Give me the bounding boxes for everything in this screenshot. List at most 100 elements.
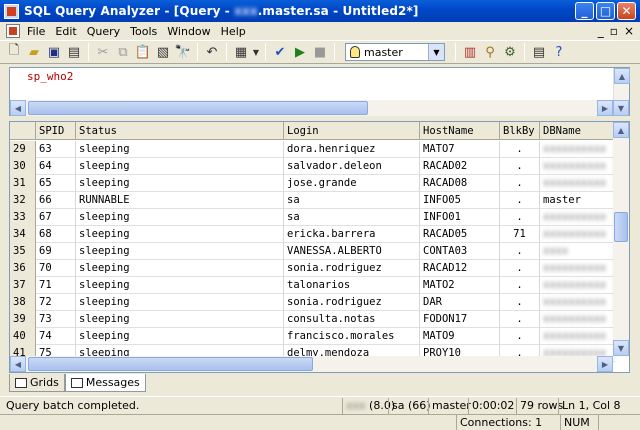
cell-hostname[interactable]: CONTA03 [420,243,500,260]
results-grid[interactable]: SPID Status Login HostName BlkBy DBName … [9,121,630,373]
title-bar[interactable]: SQL Query Analyzer - [Query - xxx.master… [0,0,640,22]
menu-tools[interactable]: Tools [125,25,162,38]
row-number[interactable]: 39 [10,311,36,328]
cell-status[interactable]: sleeping [76,311,284,328]
cell-blkby[interactable]: . [500,260,540,277]
scroll-down-icon[interactable]: ▼ [613,100,629,116]
table-row[interactable]: 40 74 sleeping francisco.morales MATO9. xxxxx… [10,328,615,345]
cell-dbname[interactable]: xxxx [540,243,615,260]
cell-dbname[interactable]: master [540,192,615,209]
document-icon[interactable] [6,24,20,38]
cell-hostname[interactable]: DAR [420,294,500,311]
cell-hostname[interactable]: INFO05 [420,192,500,209]
cell-spid[interactable]: 73 [36,311,76,328]
load-script-icon[interactable]: ▤ [64,42,84,62]
menu-file[interactable]: File [22,25,50,38]
table-row[interactable]: 38 72 sleeping sonia.rodriguez DAR. xxxxxxxxx… [10,294,615,311]
menu-query[interactable]: Query [82,25,125,38]
editor-vertical-scrollbar[interactable]: ▲ [613,68,630,100]
results-grid-icon[interactable]: ▦ [231,42,251,62]
cell-spid[interactable]: 69 [36,243,76,260]
row-number[interactable]: 34 [10,226,36,243]
table-row[interactable]: 29 63 sleeping dora.henriquez MATO7. xxxxxxxx… [10,141,615,158]
save-icon[interactable]: ▣ [44,42,64,62]
cell-hostname[interactable]: MATO7 [420,141,500,158]
grid-scroll-left-icon[interactable]: ◀ [10,356,26,372]
cell-status[interactable]: sleeping [76,141,284,158]
cell-login[interactable]: consulta.notas [284,311,420,328]
cell-dbname[interactable]: xxxxxxxxxx [540,328,615,345]
cell-login[interactable]: jose.grande [284,175,420,192]
cell-login[interactable]: sa [284,192,420,209]
cell-dbname[interactable]: xxxxxxxxxx [540,311,615,328]
row-number[interactable]: 40 [10,328,36,345]
cell-login[interactable]: ericka.barrera [284,226,420,243]
cell-status[interactable]: RUNNABLE [76,192,284,209]
cell-blkby[interactable]: . [500,141,540,158]
row-number[interactable]: 29 [10,141,36,158]
cut-icon[interactable]: ✂ [93,42,113,62]
grid-scroll-up-icon[interactable]: ▲ [613,122,629,138]
cell-hostname[interactable]: MATO9 [420,328,500,345]
cell-status[interactable]: sleeping [76,277,284,294]
cell-dbname[interactable]: xxxxxxxxxx [540,209,615,226]
execution-plan-icon[interactable]: ⚙ [500,42,520,62]
table-row[interactable]: 33 67 sleeping sa INFO01. xxxxxxxxxx [10,209,615,226]
row-number[interactable]: 33 [10,209,36,226]
column-header-spid[interactable]: SPID [36,122,76,140]
cell-blkby[interactable]: . [500,277,540,294]
cell-status[interactable]: sleeping [76,328,284,345]
cell-login[interactable]: dora.henriquez [284,141,420,158]
cell-blkby[interactable]: . [500,158,540,175]
menu-help[interactable]: Help [216,25,251,38]
tab-messages[interactable]: Messages [64,374,146,392]
child-close-icon[interactable]: × [624,24,634,38]
help-icon[interactable]: ? [549,42,569,62]
cell-blkby[interactable]: . [500,311,540,328]
column-header-blkby[interactable]: BlkBy [500,122,540,140]
row-number[interactable]: 37 [10,277,36,294]
row-number[interactable]: 32 [10,192,36,209]
row-number[interactable]: 31 [10,175,36,192]
find-icon[interactable]: 🔭 [173,42,193,62]
cell-status[interactable]: sleeping [76,158,284,175]
cell-login[interactable]: francisco.morales [284,328,420,345]
editor-horizontal-scrollbar[interactable]: ◀ ▶ [10,100,613,116]
column-header-dbname[interactable]: DBName [540,122,615,140]
cell-hostname[interactable]: INFO01 [420,209,500,226]
cell-spid[interactable]: 71 [36,277,76,294]
column-header-login[interactable]: Login [284,122,420,140]
stop-icon[interactable]: ■ [310,42,330,62]
minimize-button[interactable]: _ [575,2,594,20]
cell-spid[interactable]: 64 [36,158,76,175]
grid-scroll-down-icon[interactable]: ▼ [613,340,629,356]
grid-vertical-scrollbar[interactable]: ▲ ▼ [613,122,629,356]
chevron-down-icon[interactable]: ▼ [428,44,444,60]
cell-spid[interactable]: 74 [36,328,76,345]
close-button[interactable]: ✕ [617,2,636,20]
row-number[interactable]: 35 [10,243,36,260]
cell-hostname[interactable]: RACAD12 [420,260,500,277]
table-row[interactable]: 35 69 sleeping VANESSA.ALBERTO CONTA03. xxxx [10,243,615,260]
table-row[interactable]: 30 64 sleeping salvador.deleon RACAD02. xxxxx… [10,158,615,175]
column-header-status[interactable]: Status [76,122,284,140]
cell-login[interactable]: salvador.deleon [284,158,420,175]
cell-dbname[interactable]: xxxxxxxxxx [540,226,615,243]
undo-icon[interactable]: ↶ [202,42,222,62]
execute-icon[interactable]: ▶ [290,42,310,62]
cell-dbname[interactable]: xxxxxxxxxx [540,158,615,175]
database-select[interactable]: master ▼ [345,43,445,61]
cell-dbname[interactable]: xxxxxxxxxx [540,141,615,158]
cell-blkby[interactable]: 71 [500,226,540,243]
paste-icon[interactable]: 📋 [133,42,153,62]
editor-scroll-thumb[interactable] [28,101,368,115]
cell-status[interactable]: sleeping [76,226,284,243]
cell-hostname[interactable]: RACAD02 [420,158,500,175]
results-dropdown-icon[interactable]: ▼ [251,42,261,62]
cell-dbname[interactable]: xxxxxxxxxx [540,277,615,294]
cell-status[interactable]: sleeping [76,294,284,311]
object-search-icon[interactable]: ⚲ [480,42,500,62]
cell-blkby[interactable]: . [500,209,540,226]
cell-spid[interactable]: 68 [36,226,76,243]
table-row[interactable]: 36 70 sleeping sonia.rodriguez RACAD12. xxxxx… [10,260,615,277]
